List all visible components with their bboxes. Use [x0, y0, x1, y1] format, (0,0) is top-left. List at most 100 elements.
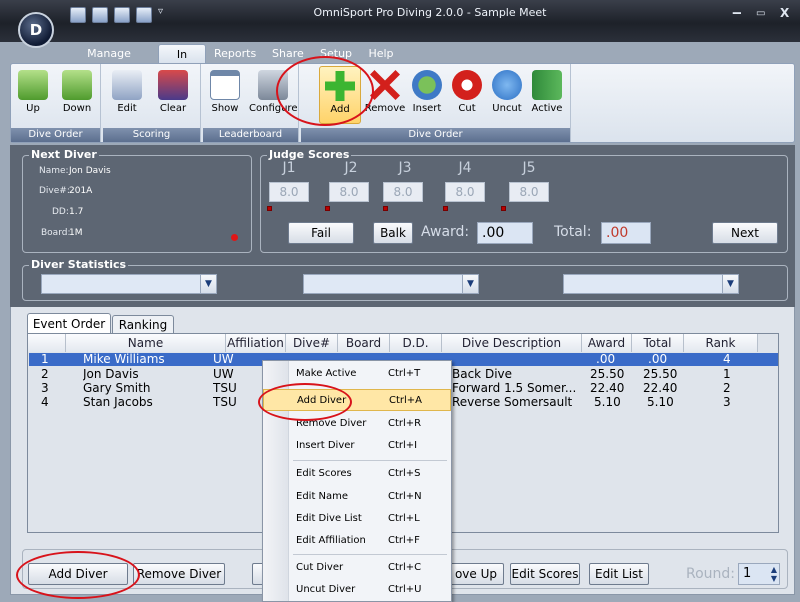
stepper-arrows-icon[interactable]: ▲ ▼ — [771, 565, 777, 583]
judge-3-header: J3 — [398, 160, 412, 176]
checkmark-icon — [492, 70, 522, 100]
menu-item-edit-scores[interactable]: Edit Scores Ctrl+S — [263, 463, 451, 485]
judge-3-score[interactable]: 8.0 — [383, 182, 423, 202]
down-arrow-icon — [62, 70, 92, 100]
ribbon-group-dive-order: Up Down Dive Order — [11, 64, 101, 142]
chevron-down-icon: ▼ — [462, 275, 478, 293]
print-icon[interactable] — [114, 7, 130, 23]
edit-list-button[interactable]: Edit List — [589, 563, 649, 585]
judge-4-score[interactable]: 8.0 — [445, 182, 485, 202]
round-label: Round: — [686, 566, 736, 582]
tab-ranking[interactable]: Ranking — [112, 315, 174, 334]
menu-separator — [293, 460, 447, 461]
move-up-button[interactable]: ove Up — [448, 563, 504, 585]
maximize-icon[interactable]: ▭ — [756, 8, 765, 19]
next-button[interactable]: Next — [712, 222, 778, 244]
menu-item-make-active[interactable]: Make Active Ctrl+T — [263, 363, 451, 385]
ribbon-group-scoring: Edit Clear Scoring — [103, 64, 201, 142]
diver-name: Jon Davis — [69, 166, 111, 176]
edit-scores-button[interactable]: Edit Scores — [510, 563, 580, 585]
edit-button[interactable]: Edit — [107, 66, 147, 124]
judge-4-header: J4 — [458, 160, 472, 176]
statistics-dropdown-3[interactable]: ▼ — [563, 274, 739, 294]
menu-item-edit-dive-list[interactable]: Edit Dive List Ctrl+L — [263, 508, 451, 530]
close-icon[interactable]: X — [780, 6, 789, 20]
tab-help[interactable]: Help — [362, 44, 400, 64]
minimize-icon[interactable]: ‒ — [732, 5, 742, 21]
column-header-affiliation[interactable]: Affiliation — [226, 334, 286, 352]
menu-item-insert-diver[interactable]: Insert Diver Ctrl+I — [263, 435, 451, 457]
tab-event-order[interactable]: Event Order — [27, 313, 111, 334]
diver-icon — [532, 70, 562, 100]
judge-5-score[interactable]: 8.0 — [509, 182, 549, 202]
total-label: Total: — [554, 224, 592, 240]
column-header-award[interactable]: Award — [582, 334, 632, 352]
group-caption: Scoring — [103, 128, 200, 142]
column-header-dive-description[interactable]: Dive Description — [442, 334, 582, 352]
dd-label: DD: — [52, 207, 69, 217]
column-header-rank[interactable]: Rank — [684, 334, 758, 352]
diver-statistics-legend: Diver Statistics — [29, 258, 129, 271]
next-diver-legend: Next Diver — [29, 148, 99, 161]
column-header-name[interactable]: Name — [66, 334, 226, 352]
menu-separator — [293, 554, 447, 555]
group-caption: Dive Order — [301, 128, 570, 142]
clear-button[interactable]: Clear — [153, 66, 193, 124]
edit-icon — [112, 70, 142, 100]
column-header-dive-number[interactable]: Dive# — [286, 334, 338, 352]
chevron-down-icon: ▼ — [722, 275, 738, 293]
new-file-icon[interactable] — [70, 7, 86, 23]
quick-access-dropdown-icon[interactable]: ▿ — [158, 6, 163, 17]
group-caption: Leaderboard — [203, 128, 298, 142]
remove-diver-button[interactable]: Remove Diver — [133, 563, 225, 585]
menu-item-edit-affiliation[interactable]: Edit Affiliation Ctrl+F — [263, 530, 451, 552]
judge-1-score[interactable]: 8.0 — [269, 182, 309, 202]
tab-in-meet[interactable]: In Meet — [158, 44, 206, 81]
row-number-header — [28, 334, 66, 352]
judge-1-header: J1 — [282, 160, 296, 176]
window-icon — [210, 70, 240, 100]
chevron-down-icon: ▼ — [200, 275, 216, 293]
column-header-total[interactable]: Total — [632, 334, 684, 352]
column-header-board[interactable]: Board — [338, 334, 390, 352]
tab-reports[interactable]: Reports — [208, 44, 262, 64]
menu-item-edit-name[interactable]: Edit Name Ctrl+N — [263, 486, 451, 508]
ribbon: Up Down Dive Order Edit Clear Scoring Sh… — [10, 63, 795, 143]
judge-2-flag-icon — [325, 206, 330, 211]
round-stepper[interactable]: 1 ▲ ▼ — [738, 563, 780, 585]
next-diver-group: Next Diver Name: Jon Davis Dive#: 201A D… — [22, 148, 252, 253]
total-field[interactable]: .00 — [601, 222, 651, 244]
menu-item-uncut-diver[interactable]: Uncut Diver Ctrl+U — [263, 579, 451, 601]
stop-icon — [452, 70, 482, 100]
tab-manage-meets[interactable]: Manage Meets — [64, 44, 154, 80]
save-icon[interactable] — [92, 7, 108, 23]
dive-label: Dive#: — [39, 186, 70, 196]
settings-icon[interactable] — [136, 7, 152, 23]
menu-item-cut-diver[interactable]: Cut Diver Ctrl+C — [263, 557, 451, 579]
dd-value: 1.7 — [69, 207, 84, 217]
cut-button[interactable]: Cut — [447, 66, 487, 124]
statistics-dropdown-2[interactable]: ▼ — [303, 274, 479, 294]
judge-4-flag-icon — [443, 206, 448, 211]
active-button[interactable]: Active — [527, 66, 567, 124]
balk-button[interactable]: Balk — [373, 222, 413, 244]
status-indicator-icon — [231, 234, 238, 241]
app-orb-icon[interactable]: D — [18, 12, 54, 48]
users-icon — [412, 70, 442, 100]
name-label: Name: — [39, 166, 69, 176]
uncut-button[interactable]: Uncut — [487, 66, 527, 124]
dive-number: 201A — [69, 186, 93, 196]
award-field[interactable]: .00 — [477, 222, 533, 244]
fail-button[interactable]: Fail — [288, 222, 354, 244]
show-button[interactable]: Show — [205, 66, 245, 124]
insert-button[interactable]: Insert — [407, 66, 447, 124]
judge-2-score[interactable]: 8.0 — [329, 182, 369, 202]
column-header-dd[interactable]: D.D. — [390, 334, 442, 352]
down-button[interactable]: Down — [57, 66, 97, 124]
title-bar: ▿ OmniSport Pro Diving 2.0.0 - Sample Me… — [0, 0, 800, 42]
up-button[interactable]: Up — [13, 66, 53, 124]
judge-5-flag-icon — [501, 206, 506, 211]
x-icon — [370, 70, 400, 100]
statistics-dropdown-1[interactable]: ▼ — [41, 274, 217, 294]
annotation-circle-add-diver-button — [16, 551, 140, 599]
